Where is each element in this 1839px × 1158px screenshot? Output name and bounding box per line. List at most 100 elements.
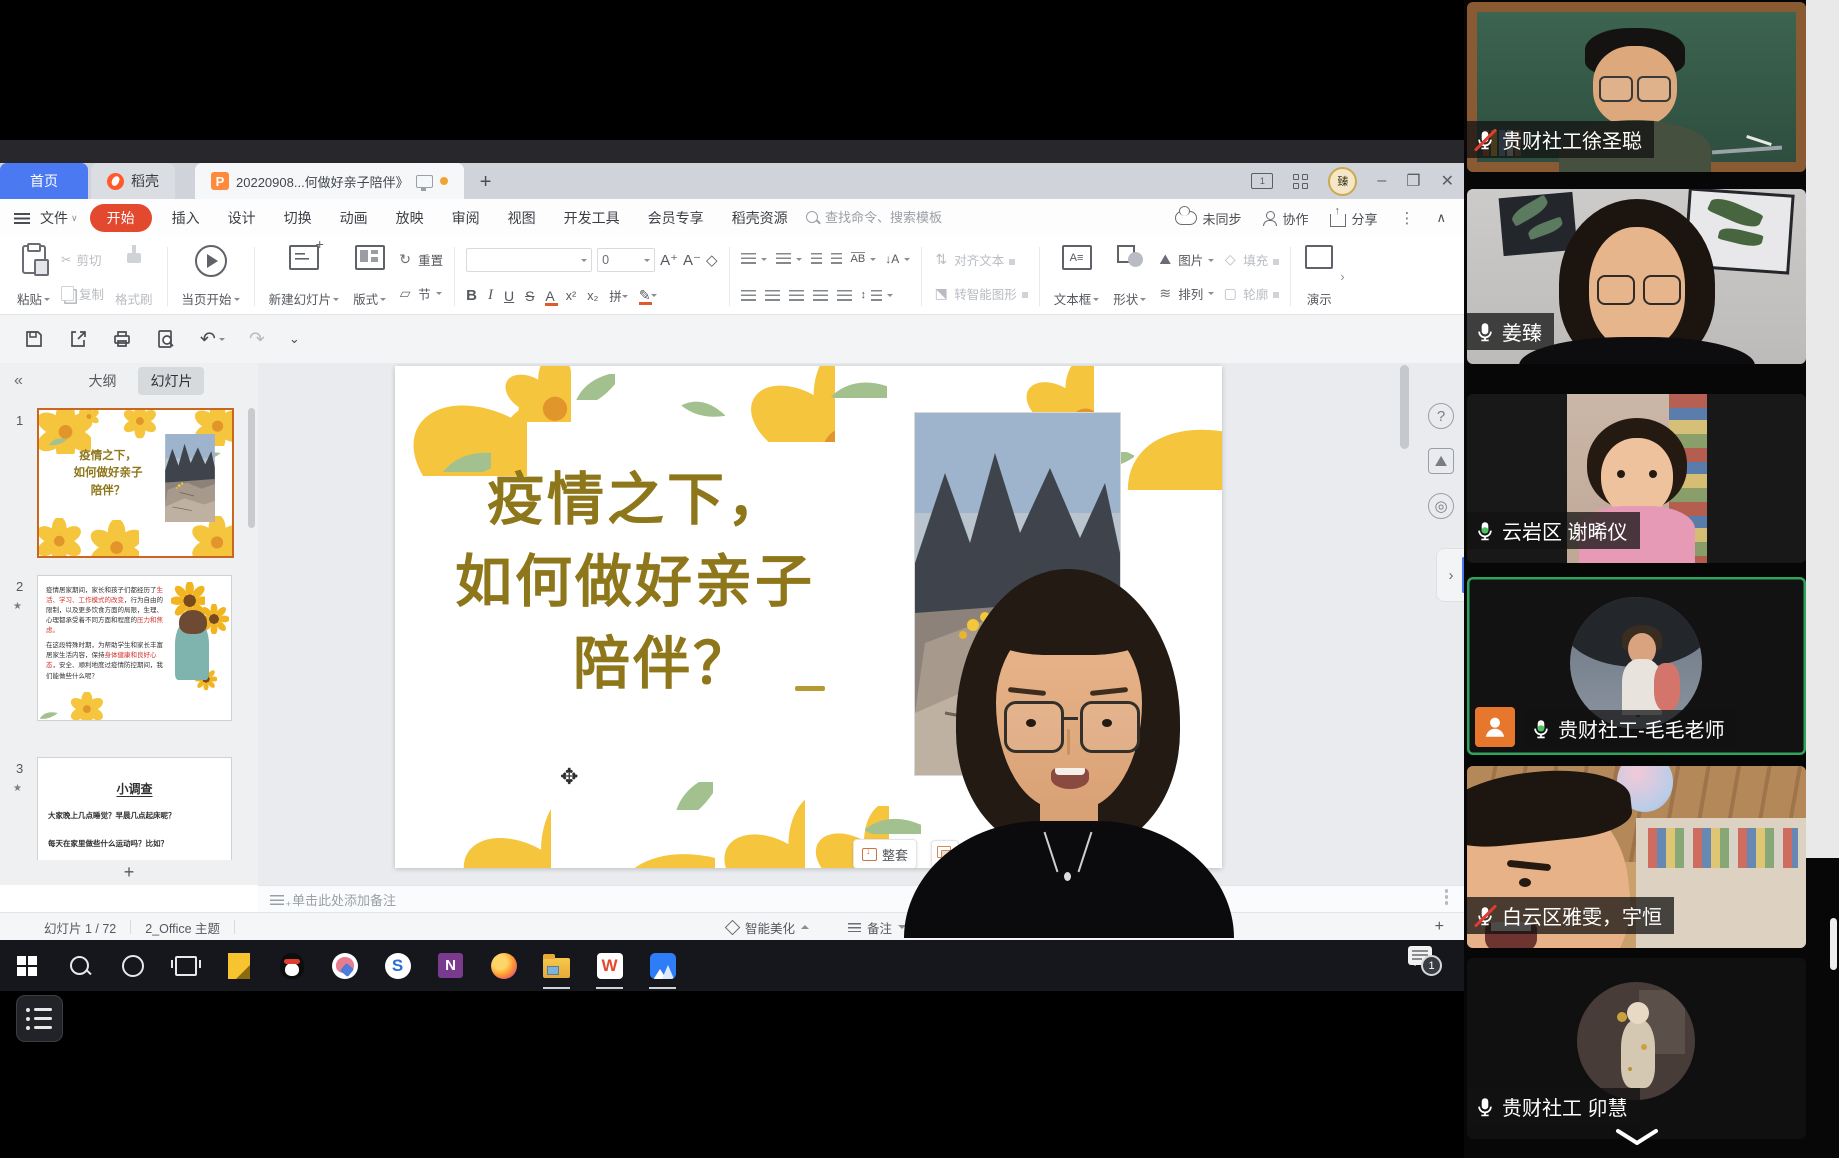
line-spacing-button[interactable]: ↕ (861, 289, 894, 301)
tab-document[interactable]: P 20220908...何做好亲子陪伴》 (195, 163, 464, 199)
sync-status[interactable]: 未同步 (1175, 209, 1241, 228)
side-panel-handle[interactable]: › (1436, 548, 1464, 602)
paint-app-button[interactable] (318, 940, 371, 991)
panel-scrollbar-thumb[interactable] (248, 408, 255, 528)
close-button[interactable]: ✕ (1441, 171, 1454, 191)
textbox-button[interactable]: A≡文本框 (1047, 243, 1107, 310)
meeting-app-button[interactable] (636, 940, 689, 991)
menu-design[interactable]: 设计 (214, 208, 270, 228)
menu-transition[interactable]: 切换 (270, 208, 326, 228)
file-caret-icon[interactable]: ∨ (71, 213, 78, 224)
increase-font-button[interactable]: A⁺ (660, 251, 678, 269)
command-search[interactable]: 查找命令、搜索模板 (806, 207, 942, 226)
to-smartart-button[interactable]: ⬔转智能图形 (933, 284, 1028, 303)
onenote-button[interactable]: N (424, 940, 477, 991)
new-slide-button[interactable]: 新建幻灯片 (262, 243, 347, 310)
add-slide-button[interactable]: + (0, 860, 258, 885)
font-color-button[interactable]: A (545, 288, 554, 304)
menu-slideshow[interactable]: 放映 (382, 208, 438, 228)
save-button[interactable] (24, 329, 44, 349)
menu-review[interactable]: 审阅 (438, 208, 494, 228)
tab-home[interactable]: 首页 (0, 163, 88, 199)
outline-button[interactable]: ▢轮廓 (1222, 284, 1279, 303)
beautify-button[interactable]: 智能美化 (727, 918, 809, 937)
font-size-combo[interactable]: 0 (597, 248, 655, 272)
video-tile-5[interactable]: 白云区雅雯，宇恒 (1467, 766, 1806, 948)
highlight-button[interactable]: ✎ (639, 287, 657, 304)
cut-button[interactable]: ✂剪切 (61, 250, 104, 269)
text-direction-button[interactable]: ↓A (885, 252, 910, 266)
presenter-webcam-overlay[interactable] (868, 569, 1258, 938)
menu-start-active[interactable]: 开始 (90, 204, 152, 232)
zoom-in-button[interactable]: + (1435, 913, 1444, 941)
slide-thumbnail-2[interactable]: 疫情居家期间，家长和孩子们都经历了生活、学习、工作模式的改变，行为自由的限制，以… (37, 575, 232, 721)
notification-button[interactable]: 1 (1408, 946, 1438, 972)
tab-outline[interactable]: 大纲 (76, 367, 128, 395)
file-explorer-button[interactable] (530, 940, 583, 991)
video-tile-1[interactable]: 贵财社工徐圣聪 (1467, 2, 1806, 172)
char-spacing-button[interactable]: AB (851, 252, 877, 265)
locate-icon[interactable]: ◎ (1428, 493, 1454, 519)
print-preview-button[interactable] (156, 329, 176, 349)
restore-button[interactable]: ❐ (1406, 171, 1420, 191)
panel-collapse-icon[interactable]: « (14, 372, 23, 390)
sidebar-scrollbar-thumb[interactable] (1830, 918, 1837, 970)
taskbar-search-button[interactable] (53, 940, 106, 991)
play-from-page-button[interactable]: 当页开始 (175, 243, 247, 310)
video-tile-4[interactable]: 贵财社工-毛毛老师 (1467, 577, 1806, 755)
copy-button[interactable]: 复制 (61, 284, 104, 303)
tab-slides[interactable]: 幻灯片 (138, 367, 204, 395)
notes-app-button[interactable] (212, 940, 265, 991)
collaborate-button[interactable]: 协作 (1263, 209, 1308, 228)
paste-button[interactable]: 粘贴 (10, 243, 57, 310)
share-button[interactable]: 分享 (1330, 209, 1377, 228)
menu-file[interactable]: 文件 (40, 208, 68, 228)
arrange-button[interactable]: ≋排列 (1157, 284, 1214, 303)
annotation-toolbar-button[interactable] (16, 995, 63, 1042)
numbered-list-button[interactable] (776, 253, 802, 264)
hamburger-icon[interactable] (14, 213, 30, 224)
slide-canvas-area[interactable]: 疫情之下， 如何做好亲子 陪伴？ 整套 ✥ ? ⛰ ◎ › (258, 363, 1464, 885)
theme-name[interactable]: 2_Office 主题 (145, 918, 220, 937)
menu-view[interactable]: 视图 (494, 208, 550, 228)
slide-thumbnail-1[interactable]: 疫情之下，如何做好亲子陪伴？ (37, 408, 234, 558)
workspace-grid-icon[interactable] (1293, 174, 1308, 189)
font-name-combo[interactable] (466, 248, 592, 272)
undo-button[interactable]: ↶ (200, 328, 225, 351)
more-menu-icon[interactable]: ⋮ (1399, 209, 1414, 227)
decrease-indent-button[interactable] (811, 253, 822, 264)
quickbar-more-icon[interactable]: ⌄ (289, 331, 300, 347)
shapes-button[interactable]: 形状 (1106, 243, 1153, 310)
fill-button[interactable]: ◇填充 (1222, 250, 1279, 269)
increase-indent-button[interactable] (831, 253, 842, 264)
video-tile-2[interactable]: 姜臻 (1467, 189, 1806, 364)
task-view-button[interactable] (159, 940, 212, 991)
strike-button[interactable]: S (525, 288, 534, 304)
superscript-button[interactable]: x² (566, 289, 576, 303)
align-right-icon[interactable] (789, 290, 804, 301)
format-painter-button[interactable]: 格式刷 (108, 243, 160, 310)
clear-format-icon[interactable]: ◇ (706, 251, 718, 269)
tab-docer[interactable]: 稻壳 (91, 163, 175, 199)
bullet-list-button[interactable] (741, 253, 767, 264)
align-left-icon[interactable] (741, 290, 756, 301)
bold-button[interactable]: B (466, 287, 477, 304)
wps-app-button[interactable]: W (583, 940, 636, 991)
help-icon[interactable]: ? (1428, 403, 1454, 429)
subscript-button[interactable]: x₂ (587, 289, 598, 303)
window-switch-icon[interactable]: 1 (1251, 173, 1273, 189)
new-tab-button[interactable]: + (480, 165, 492, 199)
redo-button[interactable]: ↷ (249, 328, 265, 351)
s-browser-button[interactable]: S (371, 940, 424, 991)
ribbon-expander[interactable]: › (1340, 270, 1344, 284)
align-center-icon[interactable] (765, 290, 780, 301)
menu-member[interactable]: 会员专享 (634, 208, 718, 228)
underline-button[interactable]: U (504, 288, 514, 304)
minimize-button[interactable]: – (1377, 172, 1386, 190)
user-avatar[interactable]: 臻 (1328, 167, 1357, 196)
picture-button[interactable]: ⛰图片 (1157, 250, 1214, 269)
present-button[interactable]: 演示 (1298, 243, 1340, 310)
video-tile-3[interactable]: 云岩区 谢晞仪 (1467, 394, 1806, 563)
italic-button[interactable]: I (488, 287, 493, 304)
more-videos-chevron-icon[interactable] (1614, 1128, 1660, 1153)
